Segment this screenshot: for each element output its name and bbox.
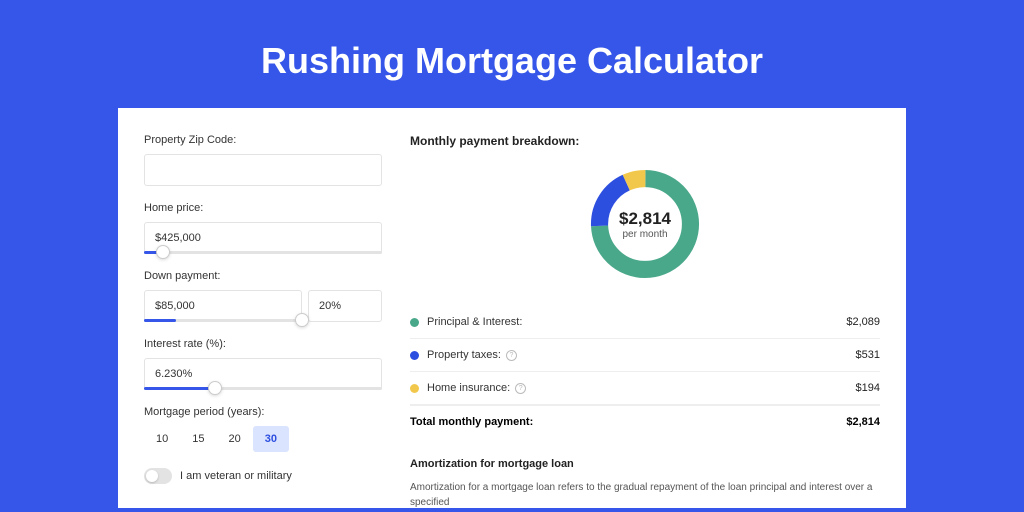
- donut-amount: $2,814: [619, 209, 671, 229]
- total-value: $2,814: [846, 416, 880, 428]
- period-label: Mortgage period (years):: [144, 406, 382, 418]
- down-payment-field: Down payment:: [144, 270, 382, 322]
- legend-text: Home insurance:: [427, 382, 510, 394]
- legend-label: Property taxes: ?: [427, 349, 517, 361]
- rate-slider[interactable]: [144, 387, 382, 390]
- amortization-section: Amortization for mortgage loan Amortizat…: [410, 458, 880, 508]
- legend-label: Home insurance: ?: [427, 382, 526, 394]
- zip-label: Property Zip Code:: [144, 134, 382, 146]
- breakdown-title: Monthly payment breakdown:: [410, 134, 880, 148]
- dot-icon: [410, 384, 419, 393]
- home-price-slider[interactable]: [144, 251, 382, 254]
- legend-value: $194: [856, 382, 880, 394]
- donut-chart-wrap: $2,814 per month: [410, 164, 880, 284]
- home-price-label: Home price:: [144, 202, 382, 214]
- zip-input[interactable]: [144, 154, 382, 186]
- legend-label: Principal & Interest:: [427, 316, 522, 328]
- period-20-button[interactable]: 20: [217, 426, 253, 452]
- down-payment-label: Down payment:: [144, 270, 382, 282]
- period-30-button[interactable]: 30: [253, 426, 289, 452]
- dot-icon: [410, 351, 419, 360]
- donut-center: $2,814 per month: [585, 164, 705, 284]
- slider-thumb[interactable]: [208, 381, 222, 395]
- veteran-label: I am veteran or military: [180, 470, 292, 482]
- info-icon[interactable]: ?: [515, 383, 526, 394]
- down-payment-slider[interactable]: [144, 319, 302, 322]
- info-icon[interactable]: ?: [506, 350, 517, 361]
- period-buttons: 10 15 20 30: [144, 426, 382, 452]
- calculator-card: Property Zip Code: Home price: Down paym…: [118, 108, 906, 508]
- rate-label: Interest rate (%):: [144, 338, 382, 350]
- legend-value: $2,089: [846, 316, 880, 328]
- slider-thumb[interactable]: [295, 313, 309, 327]
- rate-input[interactable]: [144, 358, 382, 390]
- home-price-field: Home price:: [144, 202, 382, 254]
- donut-sub: per month: [622, 229, 667, 240]
- amortization-text: Amortization for a mortgage loan refers …: [410, 480, 880, 508]
- period-15-button[interactable]: 15: [180, 426, 216, 452]
- home-price-input[interactable]: [144, 222, 382, 254]
- dot-icon: [410, 318, 419, 327]
- breakdown-panel: Monthly payment breakdown: $2,814 per mo…: [410, 134, 880, 482]
- form-panel: Property Zip Code: Home price: Down paym…: [144, 134, 382, 482]
- page-title: Rushing Mortgage Calculator: [0, 0, 1024, 108]
- down-payment-pct-input[interactable]: [308, 290, 382, 322]
- period-10-button[interactable]: 10: [144, 426, 180, 452]
- legend-principal: Principal & Interest: $2,089: [410, 306, 880, 339]
- total-label: Total monthly payment:: [410, 416, 533, 428]
- down-payment-input[interactable]: [144, 290, 302, 322]
- legend-value: $531: [856, 349, 880, 361]
- veteran-toggle[interactable]: [144, 468, 172, 484]
- zip-field: Property Zip Code:: [144, 134, 382, 186]
- amortization-title: Amortization for mortgage loan: [410, 458, 880, 470]
- legend-text: Property taxes:: [427, 349, 501, 361]
- legend-insurance: Home insurance: ? $194: [410, 372, 880, 405]
- period-field: Mortgage period (years): 10 15 20 30: [144, 406, 382, 452]
- rate-field: Interest rate (%):: [144, 338, 382, 390]
- donut-chart: $2,814 per month: [585, 164, 705, 284]
- slider-thumb[interactable]: [156, 245, 170, 259]
- veteran-row: I am veteran or military: [144, 468, 382, 484]
- total-row: Total monthly payment: $2,814: [410, 405, 880, 438]
- legend-taxes: Property taxes: ? $531: [410, 339, 880, 372]
